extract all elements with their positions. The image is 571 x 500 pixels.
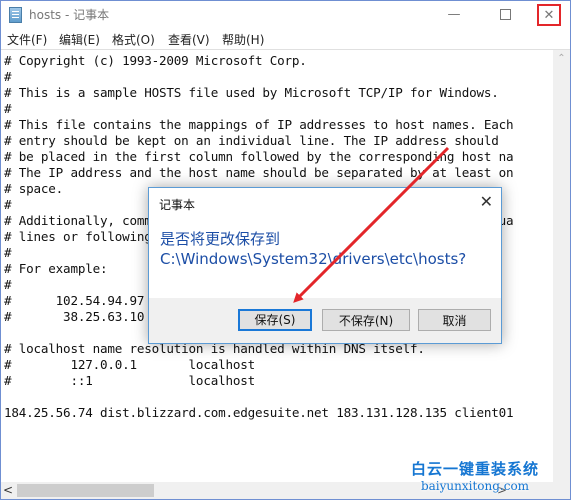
horizontal-scroll-thumb[interactable]	[17, 484, 154, 497]
dialog-close-button[interactable]: ✕	[480, 192, 493, 211]
menu-format[interactable]: 格式(O)	[112, 31, 155, 48]
title-bar[interactable]: hosts - 记事本 — ✕	[1, 1, 570, 29]
minimize-button[interactable]: —	[431, 1, 477, 29]
scroll-up-icon[interactable]: ⌃	[553, 52, 570, 66]
notepad-icon	[9, 7, 22, 23]
save-button[interactable]: 保存(S)	[238, 309, 312, 331]
cancel-button[interactable]: 取消	[418, 309, 491, 331]
maximize-icon	[499, 9, 511, 20]
vertical-scrollbar[interactable]: ⌃	[553, 50, 570, 482]
dialog-footer: 保存(S) 不保存(N) 取消	[149, 298, 501, 343]
dont-save-button[interactable]: 不保存(N)	[322, 309, 410, 331]
save-changes-dialog: 记事本 ✕ 是否将更改保存到 C:\Windows\System32\drive…	[148, 187, 502, 344]
menu-file[interactable]: 文件(F)	[7, 31, 47, 48]
menu-bar: 文件(F) 编辑(E) 格式(O) 查看(V) 帮助(H)	[1, 29, 570, 50]
watermark: 白云一键重装系统 baiyunxitong.com	[385, 458, 565, 493]
maximize-button[interactable]	[482, 1, 528, 29]
watermark-url: baiyunxitong.com	[420, 479, 530, 493]
window-title: hosts - 记事本	[29, 8, 110, 22]
menu-view[interactable]: 查看(V)	[168, 31, 210, 48]
dialog-message-line1: 是否将更改保存到	[160, 230, 281, 248]
close-button[interactable]: ✕	[537, 4, 561, 26]
dialog-message-path: C:\Windows\System32\drivers\etc\hosts?	[160, 250, 467, 268]
dialog-message: 是否将更改保存到 C:\Windows\System32\drivers\etc…	[160, 229, 466, 269]
dialog-title: 记事本	[159, 198, 196, 212]
watermark-brand: 白云一键重装系统	[410, 460, 539, 478]
menu-help[interactable]: 帮助(H)	[222, 31, 264, 48]
scroll-left-icon[interactable]: <	[3, 482, 15, 499]
menu-edit[interactable]: 编辑(E)	[59, 31, 100, 48]
